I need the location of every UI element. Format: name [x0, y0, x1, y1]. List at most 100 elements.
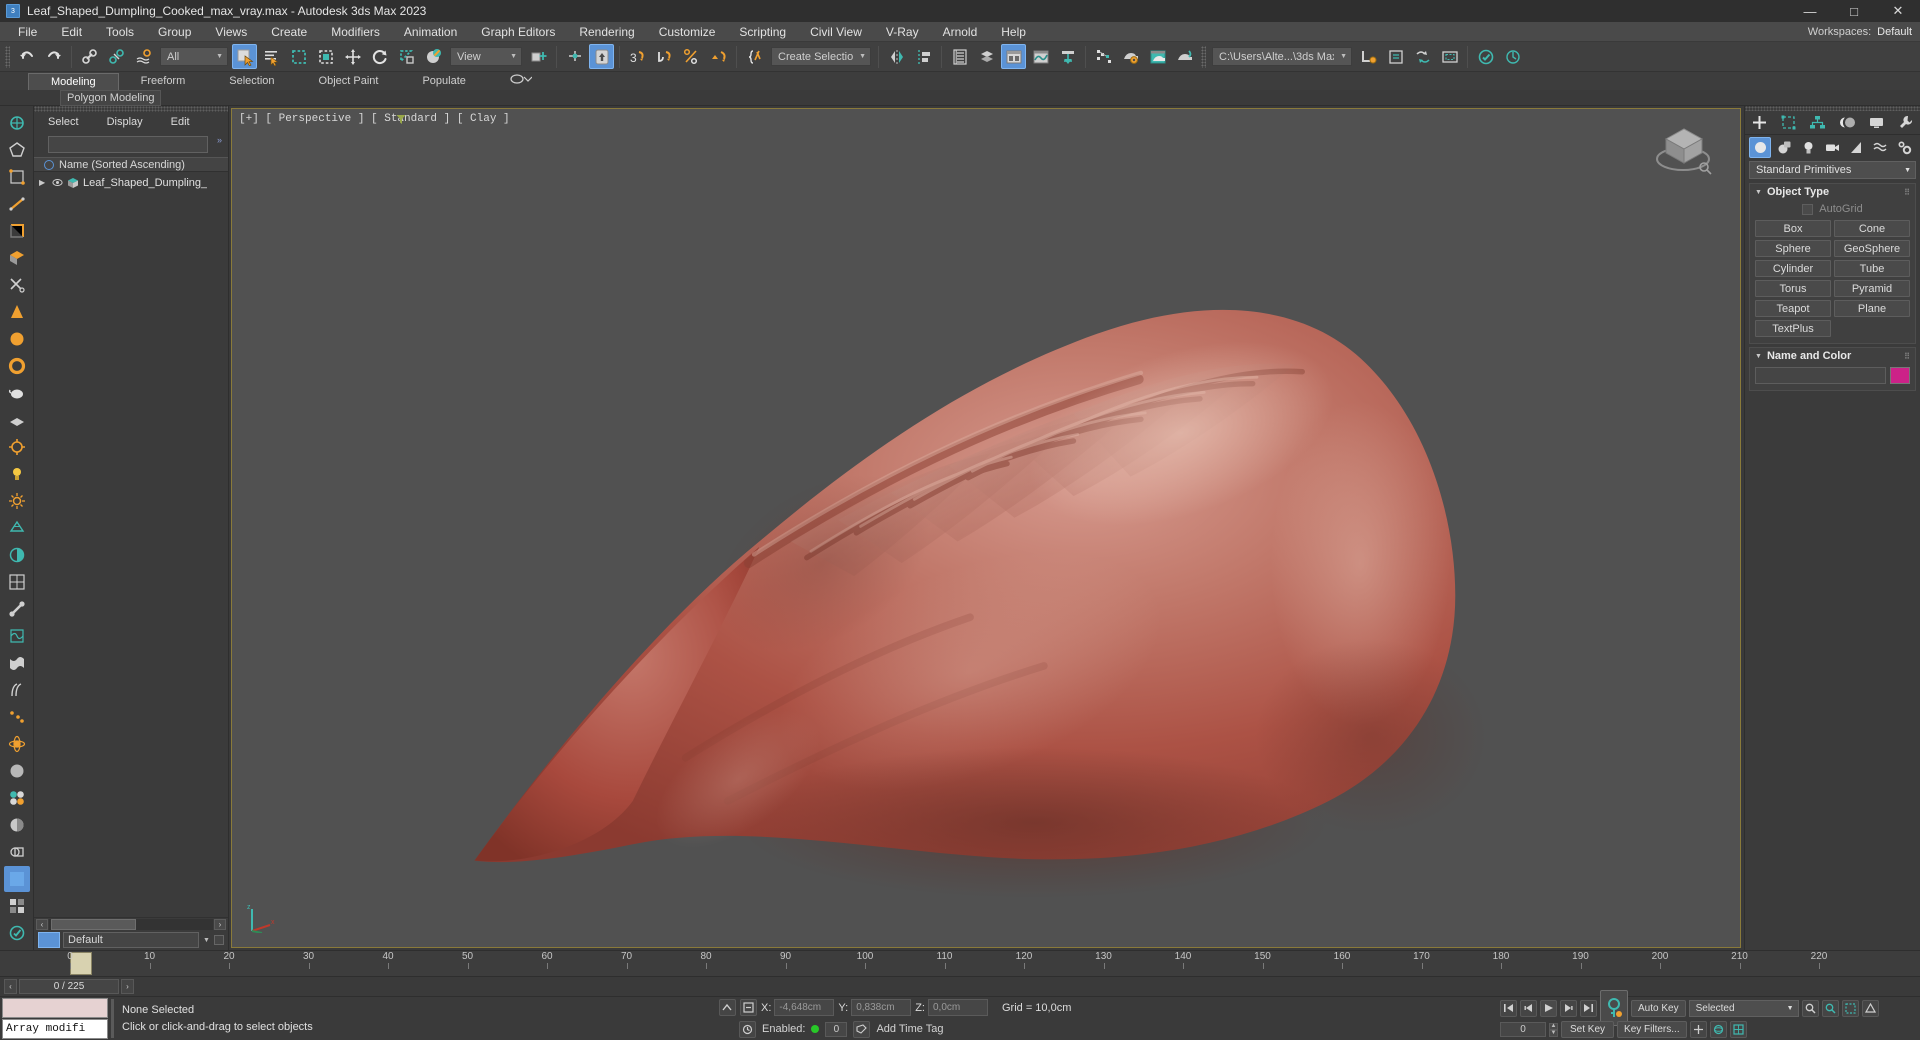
- object-type-rollup-header[interactable]: ▼ Object Type ⠿: [1750, 184, 1915, 200]
- redo-icon[interactable]: [41, 44, 66, 69]
- menu-item-rendering[interactable]: Rendering: [567, 22, 646, 42]
- object-type-textplus[interactable]: TextPlus: [1755, 320, 1831, 337]
- current-key-field[interactable]: 0: [1500, 1022, 1546, 1037]
- explorer-horizontal-scrollbar[interactable]: ‹ ›: [34, 917, 228, 930]
- sphere-gray-icon[interactable]: [4, 758, 30, 784]
- undo-icon[interactable]: [14, 44, 39, 69]
- pan-view-icon[interactable]: [1689, 1021, 1707, 1038]
- rollup-grip-icon[interactable]: ⠿: [1904, 188, 1910, 197]
- ribbon-panel-label[interactable]: Polygon Modeling: [60, 89, 162, 106]
- ribbon-tab-populate[interactable]: Populate: [400, 73, 487, 90]
- collapse-triangle-icon[interactable]: ▼: [1755, 353, 1762, 360]
- add-time-tag-label[interactable]: Add Time Tag: [876, 1023, 943, 1035]
- light-icon[interactable]: [4, 461, 30, 487]
- select-by-name-icon[interactable]: [259, 44, 284, 69]
- modeling-toolbox-icon[interactable]: [4, 110, 30, 136]
- visibility-eye-icon[interactable]: [52, 177, 63, 188]
- menu-item-v-ray[interactable]: V-Ray: [874, 22, 931, 42]
- explorer-object-list[interactable]: ▶ Leaf_Shaped_Dumpling_: [34, 172, 228, 917]
- key-spinner[interactable]: ▲ ▼: [1549, 1022, 1558, 1037]
- edit-named-selection-sets-icon[interactable]: [742, 44, 767, 69]
- subtab-shapes[interactable]: [1773, 137, 1795, 158]
- explorer-expand-chevron[interactable]: »: [217, 135, 222, 145]
- curve-editor-icon[interactable]: [1028, 44, 1053, 69]
- explorer-column-header[interactable]: Name (Sorted Ascending): [34, 157, 228, 172]
- named-selection-set-combo[interactable]: Create Selection Se ▼: [771, 47, 871, 66]
- selection-filter-combo[interactable]: All ▼: [160, 47, 228, 66]
- add-time-tag-icon[interactable]: [853, 1020, 871, 1038]
- explorer-menu-edit[interactable]: Edit: [171, 116, 190, 128]
- object-type-plane[interactable]: Plane: [1834, 300, 1910, 317]
- menu-item-scripting[interactable]: Scripting: [727, 22, 798, 42]
- absolute-relative-toggle-icon[interactable]: [719, 999, 736, 1017]
- explorer-search-input[interactable]: [48, 136, 208, 153]
- object-type-pyramid[interactable]: Pyramid: [1834, 280, 1910, 297]
- cloud-icon[interactable]: [1500, 44, 1525, 69]
- asset-tracking-icon[interactable]: [1383, 44, 1408, 69]
- skin-icon[interactable]: [4, 623, 30, 649]
- menu-item-civil-view[interactable]: Civil View: [798, 22, 874, 42]
- grid-icon[interactable]: [4, 893, 30, 919]
- autogrid-checkbox[interactable]: [1802, 203, 1814, 215]
- time-slider-handle[interactable]: [70, 952, 92, 975]
- subtab-space-warps[interactable]: [1869, 137, 1891, 158]
- select-and-place-icon[interactable]: [421, 44, 446, 69]
- torus-primitive-icon[interactable]: [4, 353, 30, 379]
- object-type-geosphere[interactable]: GeoSphere: [1834, 240, 1910, 257]
- select-object-icon[interactable]: [232, 44, 257, 69]
- zoom-all-icon[interactable]: [1821, 999, 1839, 1017]
- current-frame-field[interactable]: 0 / 225: [19, 979, 119, 994]
- menu-item-arnold[interactable]: Arnold: [931, 22, 990, 42]
- zoom-icon[interactable]: [1801, 999, 1819, 1017]
- scroll-right-button[interactable]: ›: [214, 918, 226, 930]
- polygon-icon[interactable]: [4, 137, 30, 163]
- x-field[interactable]: -4,648cm: [774, 999, 835, 1017]
- use-center-flyout-icon[interactable]: [562, 44, 587, 69]
- schematic-view-icon[interactable]: [1055, 44, 1080, 69]
- toolbar-grip-2[interactable]: [1201, 45, 1206, 68]
- tab-motion[interactable]: [1835, 112, 1859, 134]
- time-tag-icon[interactable]: [739, 1020, 756, 1038]
- ribbon-options-icon[interactable]: [488, 73, 554, 90]
- previous-frame-button[interactable]: [1520, 999, 1537, 1017]
- snapshot-icon[interactable]: [4, 434, 30, 460]
- bone-icon[interactable]: [4, 596, 30, 622]
- cloth-icon[interactable]: [4, 650, 30, 676]
- perspective-viewport[interactable]: [+] [ Perspective ] [ Standard ] [ Clay …: [231, 108, 1741, 948]
- viewport-label[interactable]: [+] [ Perspective ] [ Standard ] [ Clay …: [239, 113, 510, 125]
- rendered-frame-window-icon[interactable]: [1145, 44, 1170, 69]
- menu-item-animation[interactable]: Animation: [392, 22, 469, 42]
- vertex-icon[interactable]: [4, 164, 30, 190]
- particle-flow-icon[interactable]: [4, 704, 30, 730]
- spinner-up-icon[interactable]: ▲: [1549, 1022, 1558, 1030]
- menu-item-modifiers[interactable]: Modifiers: [319, 22, 392, 42]
- toggle-ribbon-icon[interactable]: [1001, 44, 1026, 69]
- tab-modify[interactable]: [1777, 112, 1801, 134]
- minimize-button[interactable]: —: [1788, 0, 1832, 22]
- layer-options-button[interactable]: [214, 935, 224, 945]
- mesh-icon[interactable]: [4, 515, 30, 541]
- subtab-lights[interactable]: [1797, 137, 1819, 158]
- mirror-icon[interactable]: [884, 44, 909, 69]
- menu-item-help[interactable]: Help: [989, 22, 1038, 42]
- ribbon-tab-freeform[interactable]: Freeform: [119, 73, 208, 90]
- snaps-toggle-icon[interactable]: 3: [625, 44, 650, 69]
- teapot-icon[interactable]: [4, 380, 30, 406]
- use-pivot-point-center-icon[interactable]: [526, 44, 551, 69]
- uv-icon[interactable]: [4, 569, 30, 595]
- tab-create[interactable]: [1748, 112, 1772, 134]
- reference-coordinate-system-combo[interactable]: View ▼: [450, 47, 522, 66]
- maximize-viewport-toggle-icon[interactable]: [1729, 1021, 1747, 1038]
- spinner-down-icon[interactable]: ▼: [1549, 1029, 1558, 1037]
- chevron-right-icon[interactable]: ▶: [39, 178, 48, 187]
- active-layer-name[interactable]: Default: [63, 932, 199, 948]
- subtab-geometry[interactable]: [1749, 136, 1771, 158]
- next-frame-button[interactable]: [1560, 999, 1577, 1017]
- selected-blue-icon[interactable]: [3, 866, 30, 892]
- render-icon[interactable]: [4, 920, 30, 946]
- select-and-link-icon[interactable]: [77, 44, 102, 69]
- toggle-scene-explorer-icon[interactable]: [947, 44, 972, 69]
- unlink-selection-icon[interactable]: [104, 44, 129, 69]
- object-type-tube[interactable]: Tube: [1834, 260, 1910, 277]
- orbit-icon[interactable]: [1709, 1021, 1727, 1038]
